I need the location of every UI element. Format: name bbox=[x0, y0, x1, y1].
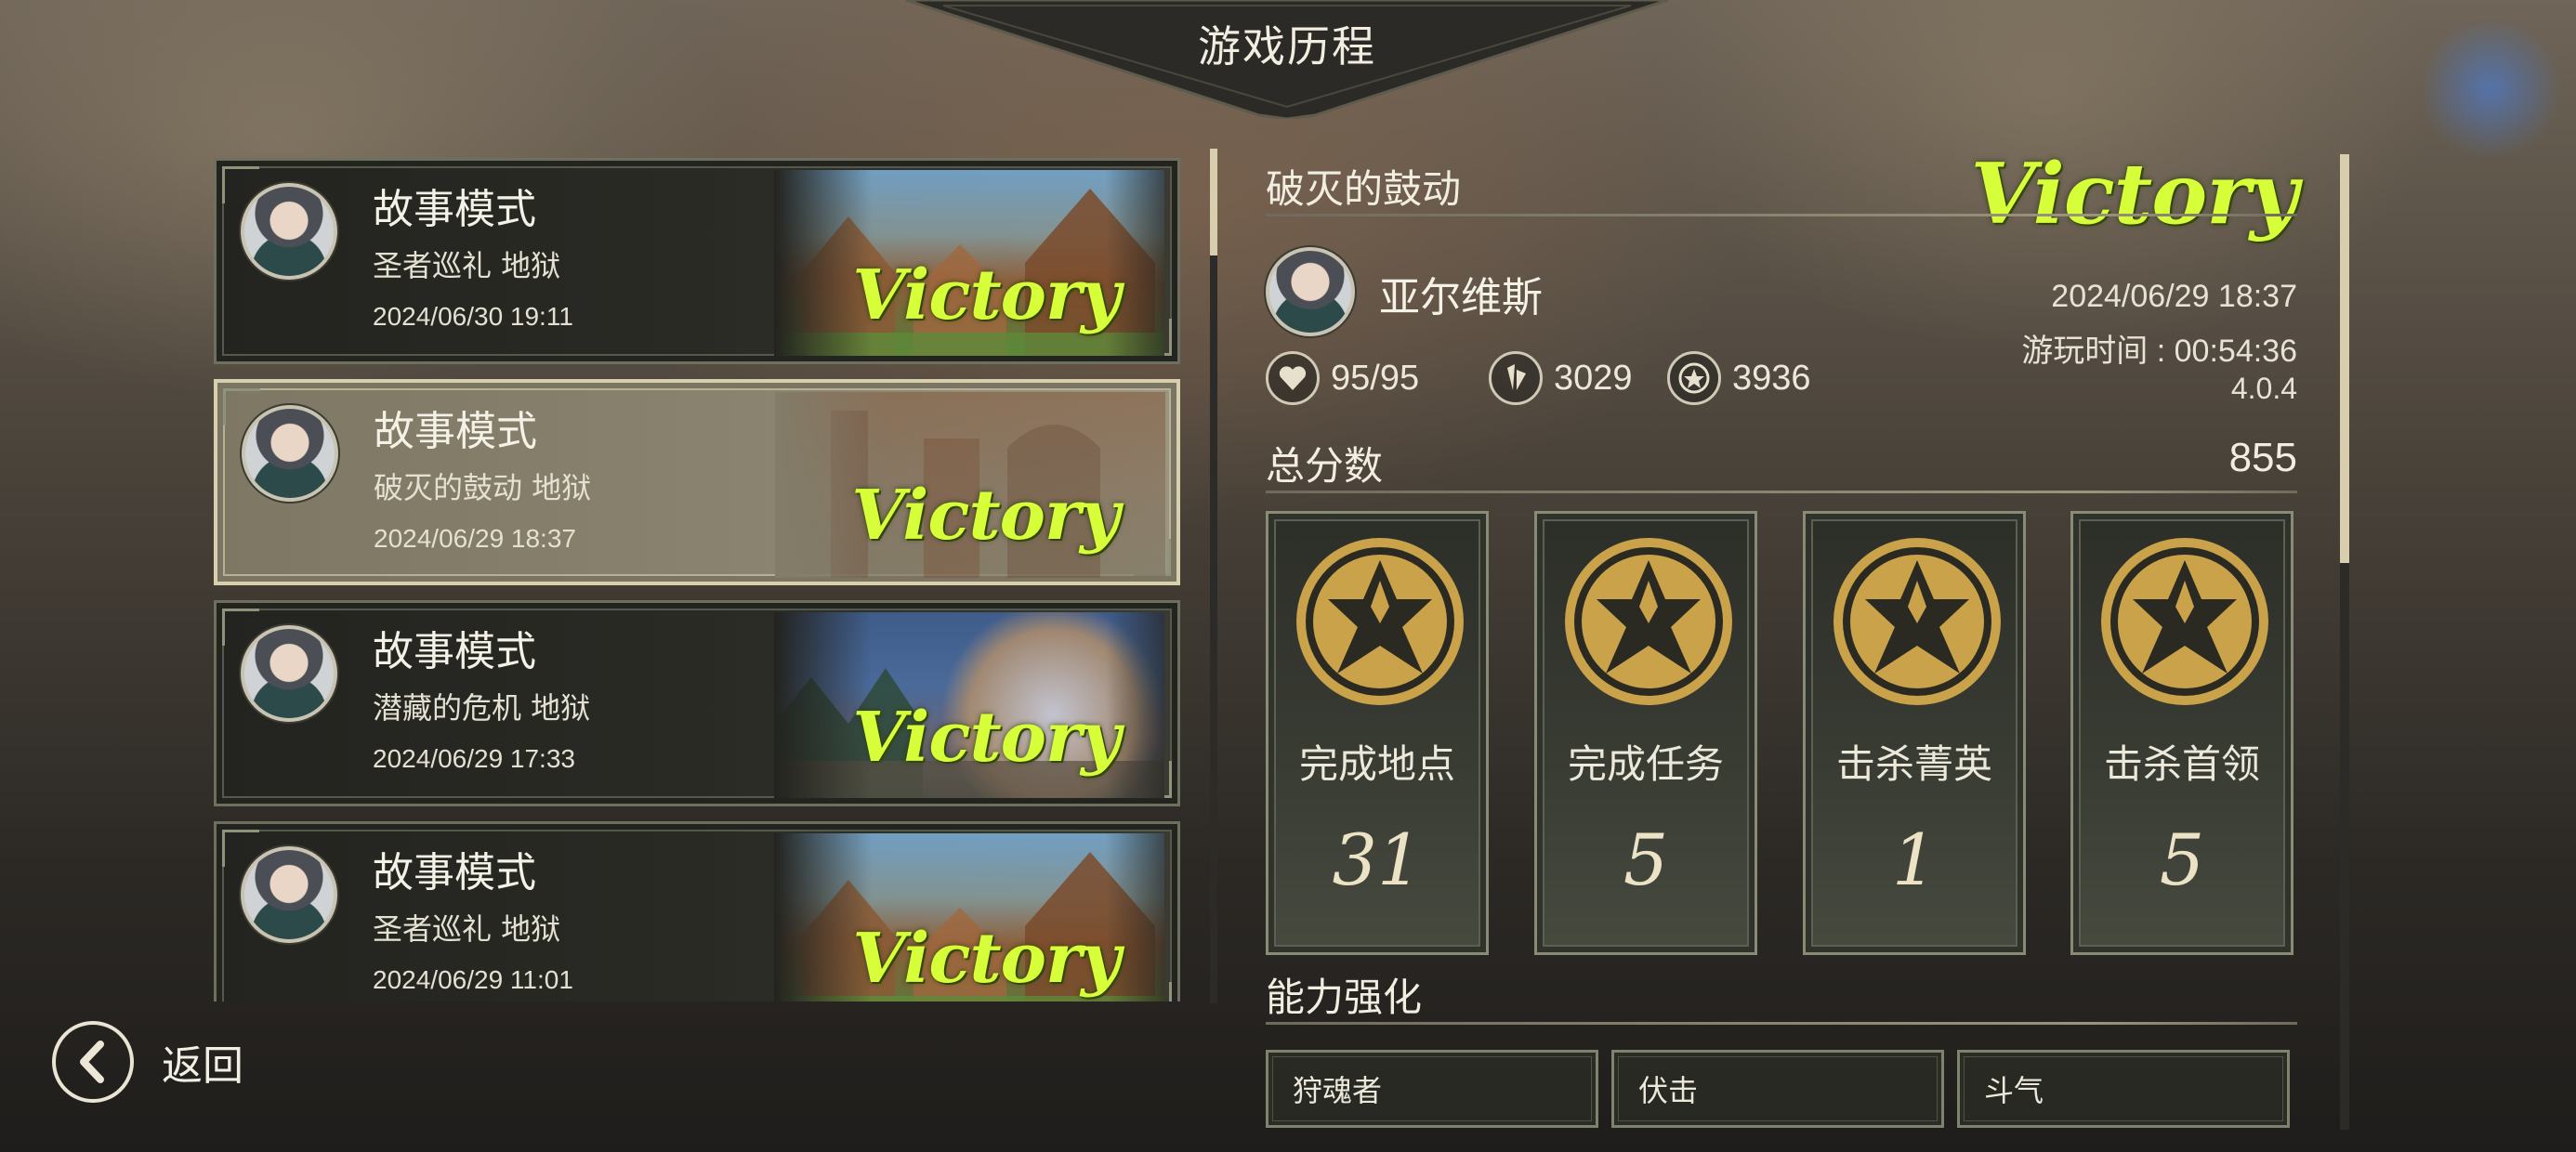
achievement-value: 5 bbox=[2159, 818, 2205, 901]
divider bbox=[1266, 1022, 2297, 1025]
record-stage: 破灭的鼓动 地狱 bbox=[374, 470, 592, 505]
crystal-icon bbox=[1489, 351, 1543, 405]
total-score-value: 855 bbox=[2228, 435, 2297, 480]
achievement-value: 5 bbox=[1623, 818, 1669, 901]
record-mode: 故事模式 bbox=[373, 186, 536, 233]
emblem-icon bbox=[1296, 538, 1464, 705]
page-title: 游戏历程 bbox=[1198, 21, 1376, 72]
title-banner: 游戏历程 bbox=[906, 0, 1668, 119]
ability-item[interactable]: 斗气 bbox=[1957, 1050, 2290, 1128]
list-scrollbar-thumb[interactable] bbox=[1210, 149, 1217, 255]
character-name: 亚尔维斯 bbox=[1379, 274, 1543, 321]
detail-scrollbar[interactable] bbox=[2340, 154, 2349, 1130]
record-mode: 故事模式 bbox=[373, 628, 536, 675]
record-stage: 圣者巡礼 地狱 bbox=[373, 911, 561, 947]
stat-value: 95/95 bbox=[1331, 358, 1420, 398]
chevron-left-icon[interactable] bbox=[52, 1021, 134, 1103]
achievement-label: 击杀菁英 bbox=[1835, 741, 1992, 787]
star-coin-icon bbox=[1667, 351, 1721, 405]
victory-label: Victory bbox=[852, 255, 1121, 335]
record-date: 2024/06/29 17:33 bbox=[373, 744, 575, 773]
detail-playtime: 游玩时间 : 00:54:36 bbox=[2021, 334, 2297, 369]
victory-label: Victory bbox=[851, 476, 1120, 556]
total-score-label: 总分数 bbox=[1266, 443, 1384, 489]
stat-value: 3029 bbox=[1554, 358, 1633, 398]
list-scrollbar[interactable] bbox=[1210, 149, 1217, 1003]
back-button[interactable]: 返回 bbox=[52, 1020, 243, 1104]
history-card[interactable]: Victory 故事模式 潜藏的危机 地狱 2024/06/29 17:33 bbox=[214, 600, 1180, 806]
victory-label: Victory bbox=[852, 698, 1121, 778]
stat-coin: 3936 bbox=[1667, 351, 1811, 405]
emblem-icon bbox=[2101, 538, 2268, 705]
stat-health: 95/95 bbox=[1266, 351, 1419, 405]
record-date: 2024/06/29 11:01 bbox=[373, 965, 573, 994]
achievement-value: 31 bbox=[1332, 818, 1423, 901]
background-glow bbox=[2416, 19, 2565, 158]
victory-label: Victory bbox=[852, 919, 1121, 999]
emblem-icon bbox=[1833, 538, 2001, 705]
record-mode: 故事模式 bbox=[374, 408, 537, 455]
record-date: 2024/06/29 18:37 bbox=[374, 524, 576, 553]
divider bbox=[1266, 214, 2297, 216]
abilities-label: 能力强化 bbox=[1266, 975, 1423, 1020]
achievement-card: 完成地点 31 bbox=[1266, 511, 1489, 955]
record-detail-panel: 破灭的鼓动 Victory 亚尔维斯 2024/06/29 18:37 游玩时间… bbox=[1266, 139, 2298, 1133]
history-card[interactable]: Victory 故事模式 圣者巡礼 地狱 2024/06/30 19:11 bbox=[214, 158, 1180, 364]
ability-item[interactable]: 狩魂者 bbox=[1266, 1050, 1598, 1128]
detail-datetime: 2024/06/29 18:37 bbox=[2051, 279, 2297, 314]
history-list[interactable]: Victory 故事模式 圣者巡礼 地狱 2024/06/30 19:11 Vi… bbox=[214, 156, 1180, 1001]
avatar bbox=[242, 405, 338, 502]
avatar bbox=[241, 846, 337, 943]
detail-stage-title: 破灭的鼓动 bbox=[1266, 166, 1462, 212]
achievement-value: 1 bbox=[1891, 818, 1938, 901]
achievement-label: 击杀首领 bbox=[2103, 741, 2260, 787]
avatar bbox=[241, 183, 337, 280]
character-avatar bbox=[1266, 247, 1355, 336]
detail-victory-label: Victory bbox=[1970, 145, 2298, 243]
detail-scrollbar-thumb[interactable] bbox=[2340, 154, 2349, 563]
achievement-label: 完成任务 bbox=[1567, 741, 1724, 787]
heart-icon bbox=[1266, 351, 1320, 405]
record-stage: 潜藏的危机 地狱 bbox=[373, 690, 591, 726]
achievement-card: 击杀菁英 1 bbox=[1803, 511, 2026, 955]
record-stage: 圣者巡礼 地狱 bbox=[373, 248, 561, 283]
history-card-selected[interactable]: Victory 故事模式 破灭的鼓动 地狱 2024/06/29 18:37 bbox=[214, 379, 1180, 585]
achievement-card: 完成任务 5 bbox=[1534, 511, 1757, 955]
game-version: 4.0.4 bbox=[2230, 372, 2297, 405]
history-card[interactable]: Victory 故事模式 圣者巡礼 地狱 2024/06/29 11:01 bbox=[214, 821, 1180, 1001]
stat-crystal: 3029 bbox=[1489, 351, 1633, 405]
record-date: 2024/06/30 19:11 bbox=[373, 302, 573, 331]
record-mode: 故事模式 bbox=[373, 849, 536, 897]
emblem-icon bbox=[1565, 538, 1732, 705]
back-label[interactable]: 返回 bbox=[162, 1032, 243, 1092]
achievement-card: 击杀首领 5 bbox=[2070, 511, 2293, 955]
avatar bbox=[241, 625, 337, 722]
achievement-label: 完成地点 bbox=[1298, 741, 1455, 787]
divider bbox=[1266, 491, 2297, 493]
ability-item[interactable]: 伏击 bbox=[1611, 1050, 1944, 1128]
stat-value: 3936 bbox=[1732, 358, 1811, 398]
